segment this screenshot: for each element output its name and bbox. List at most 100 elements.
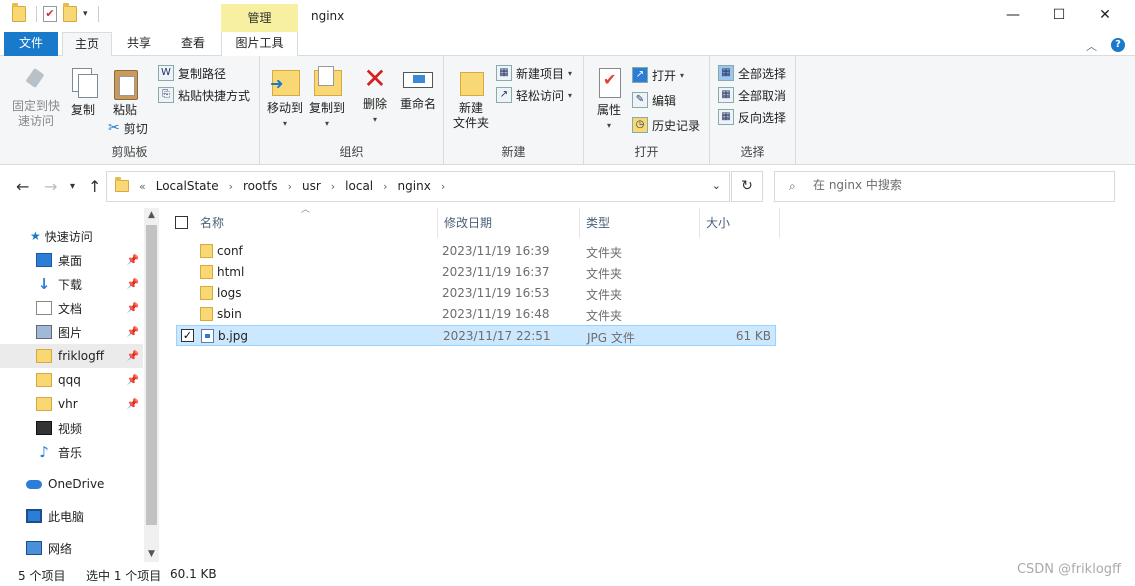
- refresh-button[interactable]: ↻: [731, 171, 763, 202]
- tab-view[interactable]: 查看: [172, 32, 214, 56]
- new-item-button[interactable]: ▦ 新建项目 ▾: [496, 63, 572, 83]
- copy-to-button[interactable]: 复制到 ▾: [306, 64, 348, 131]
- properties-button[interactable]: 属性 ▾: [592, 66, 626, 133]
- new-folder-quick-icon[interactable]: [63, 3, 77, 22]
- group-label-select: 选择: [740, 145, 765, 159]
- breadcrumb-separator[interactable]: ›: [229, 180, 233, 193]
- cut-button[interactable]: ✂ 剪切: [108, 118, 148, 138]
- rename-button[interactable]: 重命名: [396, 64, 440, 112]
- tab-picture-tools[interactable]: 图片工具: [221, 32, 298, 56]
- up-arrow-icon[interactable]: ↑: [88, 177, 101, 196]
- file-row-b-jpg[interactable]: ✓ b.jpg 2023/11/17 22:51 JPG 文件 61 KB: [176, 325, 776, 346]
- tab-file[interactable]: 文件: [4, 32, 58, 56]
- nav-item-qqq[interactable]: qqq 📌: [0, 368, 143, 392]
- pin-icon[interactable]: 📌: [127, 327, 139, 338]
- paste-shortcut-label: 粘贴快捷方式: [178, 88, 251, 103]
- copy-path-button[interactable]: W 复制路径: [158, 63, 226, 83]
- file-row-sbin[interactable]: sbin 2023/11/19 16:48 文件夹: [176, 304, 776, 325]
- new-item-icon: ▦: [496, 65, 512, 81]
- properties-quick-icon[interactable]: ✔: [43, 6, 57, 22]
- column-size[interactable]: 大小: [700, 208, 780, 238]
- select-all-checkbox[interactable]: [175, 216, 188, 229]
- nav-item-friklogff[interactable]: friklogff 📌: [0, 344, 143, 368]
- forward-arrow-icon[interactable]: →: [44, 177, 57, 196]
- column-date-modified[interactable]: 修改日期: [438, 208, 580, 238]
- breadcrumb-separator[interactable]: ›: [383, 180, 387, 193]
- open-button[interactable]: ↗ 打开 ▾: [632, 65, 684, 85]
- tab-home[interactable]: 主页: [62, 32, 112, 57]
- breadcrumb-separator[interactable]: ›: [288, 180, 292, 193]
- help-icon[interactable]: ?: [1111, 38, 1125, 52]
- nav-label: 桌面: [58, 253, 83, 268]
- file-row-conf[interactable]: conf 2023/11/19 16:39 文件夹: [176, 241, 776, 262]
- breadcrumb-rootfs[interactable]: rootfs: [243, 179, 278, 193]
- scroll-down-icon[interactable]: ▼: [144, 547, 159, 562]
- nav-item-documents[interactable]: 文档 📌: [0, 296, 143, 320]
- history-button[interactable]: ◷ 历史记录: [632, 115, 700, 135]
- pin-icon[interactable]: 📌: [127, 399, 139, 410]
- pin-icon[interactable]: 📌: [127, 351, 139, 362]
- column-name[interactable]: 名称: [194, 208, 438, 238]
- select-none-button[interactable]: ▦ 全部取消: [718, 85, 786, 105]
- breadcrumb-separator[interactable]: ›: [441, 180, 445, 193]
- file-name: logs: [217, 286, 242, 300]
- breadcrumb-separator[interactable]: ›: [331, 180, 335, 193]
- search-input[interactable]: [813, 178, 1103, 192]
- copy-button[interactable]: 复制: [66, 66, 100, 118]
- close-button[interactable]: ✕: [1082, 0, 1128, 30]
- nav-item-music[interactable]: ♪ 音乐: [0, 440, 143, 464]
- recent-locations-chevron-icon[interactable]: ▾: [70, 181, 75, 192]
- pin-quick-access-button[interactable]: 固定到快 速访问: [8, 66, 64, 129]
- scroll-up-icon[interactable]: ▲: [144, 208, 159, 223]
- group-open: 属性 ▾ ↗ 打开 ▾ ✎ 编辑 ◷ 历史记录 打开: [584, 56, 710, 164]
- nav-item-pictures[interactable]: 图片 📌: [0, 320, 143, 344]
- easy-access-button[interactable]: ↗ 轻松访问 ▾: [496, 85, 572, 105]
- folder-icon: [200, 244, 213, 258]
- edit-button[interactable]: ✎ 编辑: [632, 90, 676, 110]
- nav-item-downloads[interactable]: ↓ 下载 📌: [0, 272, 143, 296]
- desktop-icon: [36, 253, 52, 267]
- move-to-button[interactable]: 移动到 ▾: [264, 64, 306, 131]
- breadcrumb-local[interactable]: local: [345, 179, 373, 193]
- file-date: 2023/11/19 16:39: [442, 244, 550, 258]
- minimize-button[interactable]: —: [990, 0, 1036, 30]
- breadcrumb-usr[interactable]: usr: [302, 179, 321, 193]
- nav-item-this-pc[interactable]: 此电脑: [0, 504, 143, 528]
- nav-label: 文档: [58, 301, 83, 316]
- nav-item-network[interactable]: 网络: [0, 536, 143, 560]
- music-icon: ♪: [39, 443, 49, 461]
- file-name: sbin: [217, 307, 242, 321]
- delete-button[interactable]: ✕ 删除 ▾: [358, 64, 392, 127]
- nav-item-videos[interactable]: 视频: [0, 416, 143, 440]
- pin-icon[interactable]: 📌: [127, 375, 139, 386]
- nav-item-vhr[interactable]: vhr 📌: [0, 392, 143, 416]
- nav-scrollbar[interactable]: ▲ ▼: [144, 208, 159, 562]
- paste-shortcut-button[interactable]: ⎘ 粘贴快捷方式: [158, 85, 250, 105]
- row-checkbox[interactable]: ✓: [181, 329, 194, 342]
- search-box[interactable]: ⌕: [774, 171, 1115, 202]
- column-type[interactable]: 类型: [580, 208, 700, 238]
- breadcrumb-nginx[interactable]: nginx: [398, 179, 431, 193]
- file-row-html[interactable]: html 2023/11/19 16:37 文件夹: [176, 262, 776, 283]
- file-row-logs[interactable]: logs 2023/11/19 16:53 文件夹: [176, 283, 776, 304]
- paste-button[interactable]: 粘贴: [108, 66, 142, 118]
- breadcrumb-localstate[interactable]: LocalState: [156, 179, 219, 193]
- nav-item-desktop[interactable]: 桌面 📌: [0, 248, 143, 272]
- pin-icon[interactable]: 📌: [127, 303, 139, 314]
- address-history-chevron-icon[interactable]: ⌄: [712, 179, 721, 192]
- invert-selection-button[interactable]: ▦ 反向选择: [718, 107, 786, 127]
- breadcrumb-overflow[interactable]: «: [139, 180, 146, 193]
- tab-share[interactable]: 共享: [118, 32, 160, 56]
- new-folder-button[interactable]: 新建 文件夹: [450, 64, 492, 131]
- nav-item-onedrive[interactable]: OneDrive: [0, 472, 143, 496]
- customize-toolbar-dropdown[interactable]: ▾: [83, 9, 88, 19]
- maximize-button[interactable]: ☐: [1036, 0, 1082, 30]
- ribbon-collapse-icon[interactable]: ︿: [1086, 38, 1097, 54]
- back-arrow-icon[interactable]: ←: [16, 177, 29, 196]
- pin-icon[interactable]: 📌: [127, 255, 139, 266]
- scroll-thumb[interactable]: [146, 225, 157, 525]
- pin-icon[interactable]: 📌: [127, 279, 139, 290]
- select-all-button[interactable]: ▦ 全部选择: [718, 63, 786, 83]
- nav-quick-access[interactable]: ★ 快速访问: [0, 224, 143, 248]
- address-bar[interactable]: « LocalState › rootfs › usr › local › ng…: [106, 171, 730, 202]
